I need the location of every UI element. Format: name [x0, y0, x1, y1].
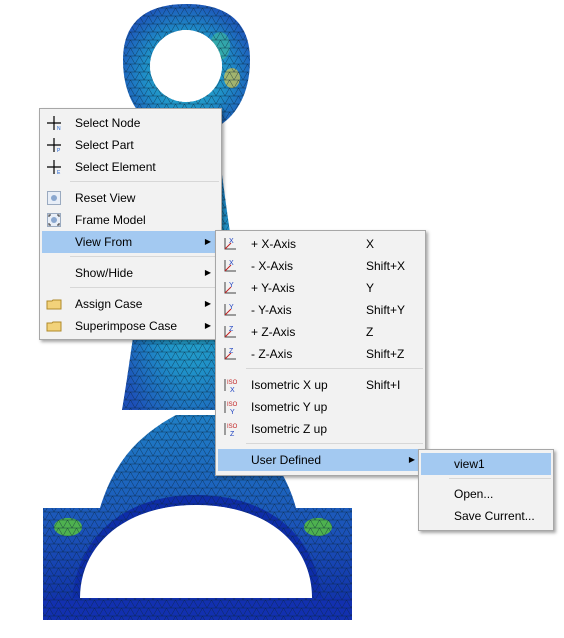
menu-item-minus-y-axis[interactable]: Y - Y-Axis Shift+Y: [218, 299, 423, 321]
iso-z-icon: ISOZ: [224, 423, 238, 437]
menu-item-select-part[interactable]: P Select Part: [42, 134, 219, 156]
menu-label: + X-Axis: [251, 237, 297, 251]
plus-y-axis-icon: Y: [224, 282, 236, 294]
menu-separator: [449, 478, 551, 479]
menu-item-assign-case[interactable]: Assign Case ▶: [42, 293, 219, 315]
svg-text:X: X: [230, 387, 235, 393]
menu-separator: [246, 443, 423, 444]
menu-label: User Defined: [251, 453, 322, 467]
menu-shortcut: X: [366, 237, 375, 251]
minus-z-axis-icon: Z: [224, 348, 236, 360]
menu-item-user-defined[interactable]: User Defined ▶: [218, 449, 423, 471]
folder-icon: [46, 321, 62, 332]
svg-text:Y: Y: [229, 282, 234, 289]
menu-label: view1: [454, 457, 485, 471]
select-node-icon: N: [47, 116, 61, 131]
menu-item-superimpose-case[interactable]: Superimpose Case ▶: [42, 315, 219, 337]
menu-label: - Z-Axis: [251, 347, 293, 361]
menu-item-select-node[interactable]: N Select Node: [42, 112, 219, 134]
menu-shortcut: Shift+Y: [366, 303, 406, 317]
menu-label: + Z-Axis: [251, 325, 296, 339]
menu-separator: [70, 256, 219, 257]
svg-text:P: P: [57, 148, 61, 153]
menu-item-reset-view[interactable]: Reset View: [42, 187, 219, 209]
menu-shortcut: Shift+Z: [366, 347, 405, 361]
menu-separator: [70, 287, 219, 288]
menu-item-open[interactable]: Open...: [421, 483, 551, 505]
user-defined-submenu: view1 Open... Save Current...: [418, 449, 554, 531]
menu-item-plus-x-axis[interactable]: X + X-Axis X: [218, 233, 423, 255]
menu-item-plus-y-axis[interactable]: Y + Y-Axis Y: [218, 277, 423, 299]
menu-item-plus-z-axis[interactable]: Z + Z-Axis Z: [218, 321, 423, 343]
menu-item-save-current[interactable]: Save Current...: [421, 505, 551, 527]
menu-label: Select Element: [75, 160, 156, 174]
context-menu: N Select Node P Select Part E Select Ele…: [39, 108, 222, 340]
menu-label: Isometric Y up: [251, 400, 328, 414]
plus-z-axis-icon: Z: [224, 326, 236, 338]
menu-label: Frame Model: [75, 213, 146, 227]
svg-text:X: X: [229, 260, 234, 267]
frame-model-icon: [47, 213, 61, 227]
folder-icon: [46, 299, 62, 310]
menu-item-view1[interactable]: view1: [421, 453, 551, 475]
svg-text:ISO: ISO: [227, 424, 238, 430]
iso-y-icon: ISOY: [224, 401, 238, 415]
svg-text:Y: Y: [229, 304, 234, 311]
menu-shortcut: Y: [366, 281, 375, 295]
view-from-submenu: X + X-Axis X X - X-Axis Shift+X Y + Y-Ax…: [215, 230, 426, 476]
menu-label: Open...: [454, 487, 494, 501]
menu-separator: [246, 368, 423, 369]
menu-item-show-hide[interactable]: Show/Hide ▶: [42, 262, 219, 284]
svg-text:Z: Z: [229, 348, 234, 355]
menu-item-isometric-y-up[interactable]: ISO Y Isometric Y up: [218, 396, 423, 418]
svg-text:E: E: [57, 170, 61, 175]
svg-text:Z: Z: [229, 326, 234, 333]
submenu-arrow-icon: ▶: [204, 268, 211, 277]
menu-shortcut: Z: [366, 325, 374, 339]
minus-x-axis-icon: X: [224, 260, 236, 272]
menu-item-minus-x-axis[interactable]: X - X-Axis Shift+X: [218, 255, 423, 277]
submenu-arrow-icon: ▶: [204, 299, 211, 308]
iso-x-icon: ISOX: [224, 379, 238, 393]
menu-label: Show/Hide: [75, 266, 134, 280]
menu-label: - X-Axis: [251, 259, 293, 273]
menu-shortcut: Shift+I: [366, 378, 401, 392]
menu-label: Select Node: [75, 116, 141, 130]
svg-text:X: X: [229, 238, 234, 245]
menu-item-minus-z-axis[interactable]: Z - Z-Axis Shift+Z: [218, 343, 423, 365]
submenu-arrow-icon: ▶: [204, 237, 211, 246]
plus-x-axis-icon: X: [224, 238, 236, 250]
menu-item-isometric-x-up[interactable]: ISO X Isometric X up Shift+I: [218, 374, 423, 396]
menu-label: Select Part: [75, 138, 134, 152]
menu-separator: [70, 181, 219, 182]
minus-y-axis-icon: Y: [224, 304, 236, 316]
menu-label: Isometric X up: [251, 378, 328, 392]
menu-label: View From: [75, 235, 133, 249]
menu-item-view-from[interactable]: View From ▶: [42, 231, 219, 253]
menu-label: Reset View: [75, 191, 136, 205]
menu-label: + Y-Axis: [251, 281, 295, 295]
menu-shortcut: Shift+X: [366, 259, 406, 273]
select-part-icon: P: [47, 138, 61, 153]
menu-label: - Y-Axis: [251, 303, 292, 317]
svg-text:Y: Y: [230, 409, 235, 415]
select-element-icon: E: [47, 160, 61, 175]
menu-label: Save Current...: [454, 509, 535, 523]
menu-label: Superimpose Case: [75, 319, 178, 333]
reset-view-icon: [47, 191, 61, 205]
submenu-arrow-icon: ▶: [408, 455, 415, 464]
menu-item-select-element[interactable]: E Select Element: [42, 156, 219, 178]
menu-label: Assign Case: [75, 297, 143, 311]
menu-label: Isometric Z up: [251, 422, 328, 436]
menu-item-frame-model[interactable]: Frame Model: [42, 209, 219, 231]
svg-text:ISO: ISO: [227, 380, 238, 386]
menu-item-isometric-z-up[interactable]: ISO Z Isometric Z up: [218, 418, 423, 440]
submenu-arrow-icon: ▶: [204, 321, 211, 330]
svg-text:Z: Z: [230, 431, 235, 437]
svg-text:ISO: ISO: [227, 402, 238, 408]
svg-text:N: N: [57, 126, 61, 131]
